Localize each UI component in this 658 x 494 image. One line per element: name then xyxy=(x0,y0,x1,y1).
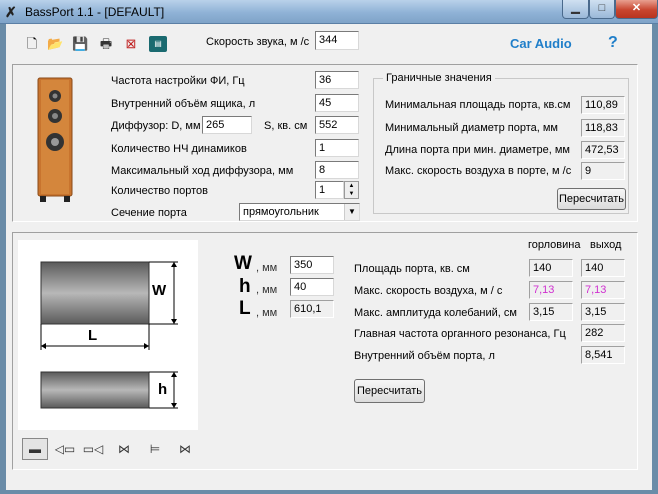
l-letter: L xyxy=(239,298,251,319)
organ-resonance-label: Главная частота органного резонанса, Гц xyxy=(354,328,566,340)
h-unit: , мм xyxy=(256,284,278,296)
main-window: 🗋 📂 💾 🖶 ⊠ ▤ Скорость звука, м /с 344 Car… xyxy=(6,24,652,490)
bowtie-port-shape-icon[interactable]: ⋈ xyxy=(174,442,196,456)
port-volume-value: 8,541 xyxy=(581,346,625,364)
min-port-diameter-label: Минимальный диаметр порта, мм xyxy=(385,122,558,134)
recalc-port-button[interactable]: Пересчитать xyxy=(354,379,425,403)
amplitude-throat: 3,15 xyxy=(529,303,573,321)
box-volume-label: Внутренний объём ящика, л xyxy=(111,98,256,110)
air-speed-throat: 7,13 xyxy=(529,281,573,299)
sound-speed-label: Скорость звука, м /с xyxy=(206,36,310,48)
exit-column-header: выход xyxy=(590,239,622,251)
port-section-value: прямоугольник xyxy=(243,206,319,218)
max-excursion-label: Максимальный ход диффузора, мм xyxy=(111,165,294,177)
help-icon[interactable]: ? xyxy=(608,34,618,52)
amplitude-label: Макс. амплитуда колебаний, см xyxy=(354,307,517,319)
chevron-down-icon[interactable]: ▼ xyxy=(344,204,359,220)
diffuser-label: Диффузор: D, мм xyxy=(111,120,201,132)
port-count-input[interactable]: 1 xyxy=(315,181,344,199)
max-air-speed-label: Макс. скорость воздуха в порте, м /с xyxy=(385,165,572,177)
diagram-h-label: h xyxy=(158,381,168,398)
port-area-exit: 140 xyxy=(581,259,625,277)
w-input[interactable]: 350 xyxy=(290,256,334,274)
print-icon[interactable]: 🖶 xyxy=(98,36,114,52)
diagram-l-label: L xyxy=(88,327,98,344)
maximize-button[interactable]: □ xyxy=(589,0,615,19)
port-length-label: Длина порта при мин. диаметре, мм xyxy=(385,144,570,156)
slot-port-shape-icon[interactable]: ⊨ xyxy=(144,442,166,456)
box-volume-input[interactable]: 45 xyxy=(315,94,359,112)
port-area-throat: 140 xyxy=(529,259,573,277)
car-audio-link[interactable]: Car Audio xyxy=(510,36,572,51)
port-diagram xyxy=(18,240,198,430)
woofer-count-label: Количество НЧ динамиков xyxy=(111,143,247,155)
diagram-w-label: W xyxy=(152,282,167,299)
amplitude-exit: 3,15 xyxy=(581,303,625,321)
min-port-diameter-value: 118,83 xyxy=(581,119,625,137)
min-port-area-label: Минимальная площадь порта, кв.см xyxy=(385,99,571,111)
w-letter: W xyxy=(234,253,252,274)
window-title: BassPort 1.1 - [DEFAULT] xyxy=(25,5,165,19)
double-flare-port-shape-icon[interactable]: ⋈ xyxy=(113,442,135,456)
tuning-freq-input[interactable]: 36 xyxy=(315,71,359,89)
port-length-value: 472,53 xyxy=(581,141,625,159)
port-count-spinner[interactable]: ▲ ▼ xyxy=(344,181,359,199)
port-volume-label: Внутренний объём порта, л xyxy=(354,350,495,362)
w-unit: , мм xyxy=(256,262,278,274)
sound-speed-input[interactable]: 344 xyxy=(315,31,359,50)
max-excursion-input[interactable]: 8 xyxy=(315,161,359,179)
minimize-button[interactable]: ▁ xyxy=(562,0,589,19)
air-speed-exit: 7,13 xyxy=(581,281,625,299)
recalc-limits-button[interactable]: Пересчитать xyxy=(557,188,626,210)
port-count-label: Количество портов xyxy=(111,185,208,197)
woofer-count-input[interactable]: 1 xyxy=(315,139,359,157)
tuning-freq-label: Частота настройки ФИ, Гц xyxy=(111,75,245,87)
save-icon[interactable]: 💾 xyxy=(72,36,88,52)
port-area-label: Площадь порта, кв. см xyxy=(354,263,470,275)
l-value: 610,1 xyxy=(290,300,334,318)
horn-port-shape-icon[interactable]: ▭◁ xyxy=(82,442,104,456)
port-diagram-svg xyxy=(40,261,178,409)
diffuser-s-input[interactable]: 552 xyxy=(315,116,359,134)
limits-title: Граничные значения xyxy=(383,72,495,84)
title-bar: ✗ BassPort 1.1 - [DEFAULT] ▁ □ ✕ xyxy=(0,0,658,24)
new-file-icon[interactable]: 🗋 xyxy=(24,36,40,52)
organ-resonance-value: 282 xyxy=(581,324,625,342)
app-icon: ✗ xyxy=(5,4,17,20)
port-section-select[interactable]: прямоугольник xyxy=(239,203,360,221)
database-icon[interactable]: ▤ xyxy=(149,36,167,52)
delete-icon[interactable]: ⊠ xyxy=(123,36,139,52)
speaker-image xyxy=(37,77,73,202)
port-section-label: Сечение порта xyxy=(111,207,187,219)
diffuser-d-input[interactable]: 265 xyxy=(202,116,252,134)
open-folder-icon[interactable]: 📂 xyxy=(47,36,63,52)
close-button[interactable]: ✕ xyxy=(615,0,658,19)
rect-port-shape-icon[interactable]: ▬ xyxy=(22,438,48,460)
max-air-speed-value: 9 xyxy=(581,162,625,180)
throat-column-header: горловина xyxy=(528,239,581,251)
flared-port-shape-icon[interactable]: ◁▭ xyxy=(54,442,76,456)
h-input[interactable]: 40 xyxy=(290,278,334,296)
h-letter: h xyxy=(239,276,251,297)
min-port-area-value: 110,89 xyxy=(581,96,625,114)
l-unit: , мм xyxy=(256,307,278,319)
air-speed-label: Макс. скорость воздуха, м / с xyxy=(354,285,503,297)
diffuser-s-label: S, кв. см xyxy=(264,120,308,132)
